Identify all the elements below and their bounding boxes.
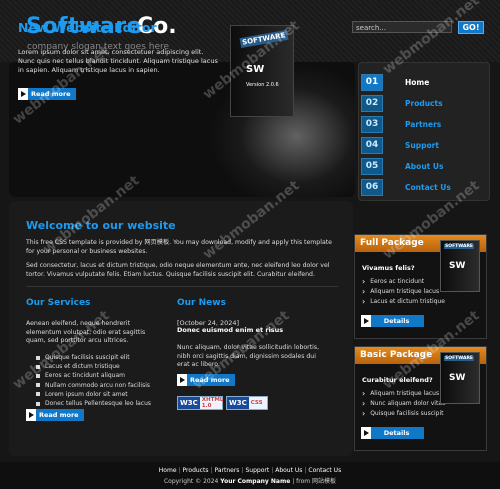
- welcome-paragraph-1: This free CSS template is provided by 网页…: [26, 239, 332, 255]
- software-box-sw: SW: [449, 373, 466, 383]
- nav-item-support[interactable]: 04 Support: [361, 136, 485, 154]
- nav-number: 01: [361, 73, 383, 91]
- software-box-version: Version 2.0.6: [246, 82, 279, 88]
- nav-item-partners[interactable]: 03 Partners: [361, 115, 485, 133]
- copyright-text: Copyright © 2024: [163, 478, 219, 485]
- footer-copyright: Copyright © 2024 Your Company Name | fro…: [0, 476, 500, 485]
- list-item: Quisque facilisis suscipit: [362, 409, 446, 419]
- arrow-right-icon: [361, 427, 371, 439]
- arrow-right-icon: [361, 315, 371, 327]
- nav-label: Partners: [405, 119, 442, 129]
- arrow-right-icon: [26, 409, 36, 421]
- footer-link-partners[interactable]: Partners: [215, 467, 240, 474]
- package-list: Eeros ac tincidunt Aliquam tristique lac…: [362, 277, 445, 306]
- xhtml-valid-badge[interactable]: W3C XHTML 1.0: [177, 396, 223, 410]
- search-input[interactable]: search...: [352, 21, 452, 33]
- xhtml-label: XHTML 1.0: [201, 397, 224, 409]
- services-text: Aenean eleifend, neque hendrerit element…: [26, 320, 146, 345]
- banner: [9, 62, 355, 197]
- package-list: Aliquam tristique lacus Nunc aliquam dol…: [362, 389, 446, 419]
- software-box-sw: SW: [449, 261, 466, 271]
- nav-item-contact-us[interactable]: 06 Contact Us: [361, 178, 485, 196]
- banner-text: Lorem ipsum dolor sit amet, consectetuer…: [18, 48, 218, 74]
- from-text: | from 网站模板: [292, 478, 337, 485]
- software-box-label: SOFTWARE: [444, 244, 474, 249]
- arrow-right-icon: [177, 374, 187, 386]
- news-text: Nunc aliquam, dolor vitae sollicitudin l…: [177, 344, 320, 369]
- list-item: Eeros ac tincidunt: [362, 277, 445, 287]
- full-package-details-button[interactable]: Details: [361, 315, 424, 327]
- basic-package-details-button[interactable]: Details: [361, 427, 424, 439]
- arrow-right-icon: [18, 88, 28, 100]
- nav-label: Products: [405, 98, 443, 108]
- nav-number: 03: [361, 115, 383, 133]
- nav-number: 06: [361, 178, 383, 196]
- nav-label: Support: [405, 140, 439, 150]
- css-valid-badge[interactable]: W3C CSS: [226, 396, 268, 410]
- nav-item-products[interactable]: 02 Products: [361, 94, 485, 112]
- news-title: Our News: [177, 298, 226, 308]
- list-item: Quisque facilisis suscipit elit: [36, 353, 151, 362]
- read-more-label: Read more: [190, 376, 230, 384]
- services-title: Our Services: [26, 298, 91, 308]
- list-item: Aliquam tristique lacus: [362, 389, 446, 399]
- footer-link-contact-us[interactable]: Contact Us: [308, 467, 341, 474]
- package-subtitle: Curabitur eleifend?: [362, 376, 433, 384]
- nav-number: 02: [361, 94, 383, 112]
- software-box-label: SOFTWARE: [444, 356, 474, 361]
- services-list: Quisque facilisis suscipit elit Lacus et…: [36, 353, 151, 408]
- read-more-label: Read more: [39, 411, 79, 419]
- package-subtitle: Vivamus felis?: [362, 264, 415, 272]
- footer-link-about-us[interactable]: About Us: [275, 467, 302, 474]
- css-label: CSS: [250, 400, 263, 406]
- nav-label: Home: [405, 77, 430, 87]
- list-item: Nullam commodo arcu non facilisis: [36, 381, 151, 390]
- nav-label: About Us: [405, 161, 444, 171]
- w3c-logo: W3C: [227, 397, 249, 409]
- news-headline[interactable]: Donec euismod enim et risus: [177, 326, 283, 334]
- software-box-sw: SW: [246, 64, 265, 75]
- details-label: Details: [383, 429, 410, 437]
- banner-title: New Website Editor: [18, 20, 157, 35]
- search-button[interactable]: GO!: [458, 21, 484, 34]
- list-item: Nunc aliquam dolor vitae: [362, 399, 445, 409]
- banner-read-more-button[interactable]: Read more: [18, 88, 76, 100]
- software-box-image: SOFTWARE SW: [440, 240, 480, 292]
- company-name: Your Company Name: [220, 478, 291, 485]
- nav-item-home[interactable]: 01 Home: [361, 73, 485, 91]
- nav-label: Contact Us: [405, 182, 451, 192]
- list-item: Donec tellus Pellentesque leo lacus: [36, 399, 151, 408]
- footer-link-home[interactable]: Home: [159, 467, 177, 474]
- list-item: Lacus et dictum tristique: [362, 297, 445, 307]
- welcome-paragraph-2: Sed consectetur, lacus et dictum tristiq…: [26, 262, 330, 278]
- w3c-logo: W3C: [178, 397, 200, 409]
- footer-link-support[interactable]: Support: [245, 467, 269, 474]
- read-more-label: Read more: [31, 90, 71, 98]
- services-read-more-button[interactable]: Read more: [26, 409, 84, 421]
- list-item: Aliquam tristique lacus: [362, 287, 445, 297]
- list-item: Eeros ac tincidunt aliquam: [36, 371, 151, 380]
- nav-number: 04: [361, 136, 383, 154]
- divider: [26, 286, 338, 287]
- list-item: Lorem ipsum dolor sit amet: [36, 390, 151, 399]
- nav-item-about-us[interactable]: 05 About Us: [361, 157, 485, 175]
- nav-number: 05: [361, 157, 383, 175]
- details-label: Details: [383, 317, 410, 325]
- welcome-title: Welcome to our website: [26, 219, 176, 232]
- footer-link-products[interactable]: Products: [183, 467, 209, 474]
- software-box-image: SOFTWARE SW: [440, 352, 480, 404]
- news-read-more-button[interactable]: Read more: [177, 374, 235, 386]
- list-item: Lacus et dictum tristique: [36, 362, 151, 371]
- footer-links: Home | Products | Partners | Support | About Us |…: [158, 467, 342, 474]
